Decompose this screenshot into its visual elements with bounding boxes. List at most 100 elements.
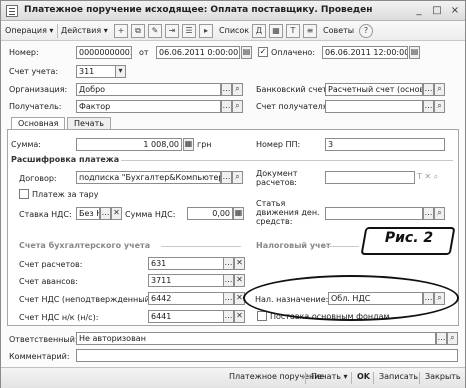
organization-select-button[interactable]: … xyxy=(221,83,232,96)
document-window: Платежное поручение исходящее: Оплата по… xyxy=(0,0,466,388)
maximize-button[interactable]: □ xyxy=(429,3,445,18)
document-field[interactable] xyxy=(325,171,415,184)
toolbar: Операция ▾ Действия ▾ + ⧉ ✎ ⇥ ☰ ▸ Список… xyxy=(1,21,465,41)
account-select[interactable]: 311 xyxy=(76,65,116,78)
cash-flow-label: Статья движения ден. средств: xyxy=(256,199,320,226)
bottom-separator xyxy=(351,372,352,384)
recipient-account-open-icon[interactable]: ⌕ xyxy=(434,100,445,113)
tax-rule xyxy=(323,246,359,247)
account-dropdown-icon[interactable]: ▾ xyxy=(115,65,126,78)
vat-nn-select-button[interactable]: … xyxy=(223,310,234,323)
actions-menu[interactable]: Действия ▾ xyxy=(61,24,108,38)
report-icon[interactable]: ≡ xyxy=(303,24,317,38)
advance-account-field[interactable]: 3711 xyxy=(148,274,224,287)
breakdown-title: Расшифровка платежа xyxy=(11,155,120,164)
dt-kt-icon[interactable]: Д xyxy=(252,24,266,38)
bottom-bar: Платежное поручение Печать ▾ OK Записать… xyxy=(1,367,465,388)
contract-label: Договор: xyxy=(19,174,57,183)
title-bar: Платежное поручение исходящее: Оплата по… xyxy=(1,1,465,21)
copy-icon[interactable]: ⧉ xyxy=(131,24,145,38)
vat-calculator-icon[interactable]: ▦ xyxy=(233,207,244,220)
document-type-icon[interactable]: T ✕ ⌕ xyxy=(417,172,438,182)
vat-nn-clear-icon[interactable]: ✕ xyxy=(234,310,245,323)
bank-account-field[interactable]: Расчетный счет (основной) xyxy=(325,83,423,96)
save-button[interactable]: Записать xyxy=(379,372,418,381)
tare-label: Платеж за тару xyxy=(32,190,99,199)
date-from-label: от xyxy=(139,48,149,57)
advance-select-button[interactable]: … xyxy=(223,274,234,287)
contract-field[interactable]: подписка "Бухгалтер&Компьютер" xyxy=(76,171,221,184)
arrow-menu-icon[interactable]: ▸ xyxy=(199,24,213,38)
cash-flow-field[interactable] xyxy=(325,207,423,220)
pp-number-field[interactable]: 3 xyxy=(325,138,445,151)
recipient-open-icon[interactable]: ⌕ xyxy=(232,100,243,113)
vat-nn-field[interactable]: 6441 xyxy=(148,310,224,323)
calculator-icon[interactable]: ▦ xyxy=(183,138,194,151)
recipient-field[interactable]: Фактор xyxy=(76,100,221,113)
operation-menu[interactable]: Операция ▾ xyxy=(5,24,53,38)
tax-section-title: Налоговый учет xyxy=(256,241,331,250)
vat-rate-field[interactable]: Без Н xyxy=(76,207,100,220)
comment-label: Комментарий: xyxy=(9,352,70,361)
ok-button[interactable]: OK xyxy=(357,372,370,381)
recipient-label: Получатель: xyxy=(9,102,62,111)
close-window-button[interactable]: × xyxy=(447,3,463,18)
number-field[interactable]: 00000000003 xyxy=(76,46,132,59)
bottom-separator xyxy=(305,372,306,384)
settlement-account-field[interactable]: 631 xyxy=(148,257,224,270)
organization-label: Организация: xyxy=(9,85,68,94)
post-icon[interactable]: ⇥ xyxy=(165,24,179,38)
add-icon[interactable]: + xyxy=(114,24,128,38)
accounts-section-title: Счета бухгалтерского учета xyxy=(19,241,151,250)
settlement-select-button[interactable]: … xyxy=(223,257,234,270)
responsible-field[interactable]: Не авторизован xyxy=(76,332,436,345)
tare-checkbox[interactable] xyxy=(19,189,29,199)
list-button[interactable]: Список xyxy=(219,24,249,38)
structure-icon[interactable]: ☰ xyxy=(182,24,196,38)
help-icon[interactable]: ? xyxy=(359,24,373,38)
supply-checkbox[interactable] xyxy=(257,311,267,321)
sum-field[interactable]: 1 008,00 xyxy=(76,138,182,151)
settlement-clear-icon[interactable]: ✕ xyxy=(234,257,245,270)
vat-unconfirmed-select-button[interactable]: … xyxy=(223,292,234,305)
vat-rate-clear-icon[interactable]: ✕ xyxy=(111,207,122,220)
bank-open-icon[interactable]: ⌕ xyxy=(434,83,445,96)
organization-field[interactable]: Добро xyxy=(76,83,221,96)
advance-account-label: Счет авансов: xyxy=(19,277,78,286)
calendar-icon[interactable]: ▤ xyxy=(241,46,252,59)
vat-rate-select-button[interactable]: … xyxy=(100,207,111,220)
close-button[interactable]: Закрыть xyxy=(425,372,461,381)
recipient-select-button[interactable]: … xyxy=(221,100,232,113)
responsible-select-button[interactable]: … xyxy=(436,332,447,345)
vat-unconfirmed-field[interactable]: 6442 xyxy=(148,292,224,305)
paid-calendar-icon[interactable]: ▤ xyxy=(409,46,420,59)
bank-select-button[interactable]: … xyxy=(423,83,434,96)
responsible-label: Ответственный: xyxy=(9,335,78,344)
filter-icon[interactable]: T xyxy=(286,24,300,38)
advice-button[interactable]: Советы xyxy=(323,24,354,38)
minimize-button[interactable]: _ xyxy=(411,3,427,18)
advance-clear-icon[interactable]: ✕ xyxy=(234,274,245,287)
paid-checkbox[interactable]: ✓ xyxy=(258,47,268,57)
table-icon[interactable]: ▦ xyxy=(269,24,283,38)
sum-label: Сумма: xyxy=(11,140,41,149)
recipient-account-select-button[interactable]: … xyxy=(423,100,434,113)
organization-open-icon[interactable]: ⌕ xyxy=(232,83,243,96)
number-label: Номер: xyxy=(9,48,39,57)
date-field[interactable]: 06.06.2011 0:00:00 xyxy=(156,46,240,59)
comment-field[interactable] xyxy=(76,349,458,362)
responsible-open-icon[interactable]: ⌕ xyxy=(447,332,458,345)
paid-date-field[interactable]: 06.06.2011 12:00:00 xyxy=(322,46,408,59)
vat-sum-field[interactable]: 0,00 xyxy=(187,207,233,220)
contract-open-icon[interactable]: ⌕ xyxy=(232,171,243,184)
settlement-account-label: Счет расчетов: xyxy=(19,260,83,269)
cash-flow-select-button[interactable]: … xyxy=(423,207,434,220)
toolbar-separator xyxy=(57,24,58,38)
cash-flow-open-icon[interactable]: ⌕ xyxy=(434,207,445,220)
edit-icon[interactable]: ✎ xyxy=(148,24,162,38)
recipient-account-field[interactable] xyxy=(325,100,423,113)
window-title: Платежное поручение исходящее: Оплата по… xyxy=(24,5,373,15)
contract-select-button[interactable]: … xyxy=(221,171,232,184)
print-menu-button[interactable]: Печать ▾ xyxy=(311,372,348,381)
bottom-separator xyxy=(373,372,374,384)
